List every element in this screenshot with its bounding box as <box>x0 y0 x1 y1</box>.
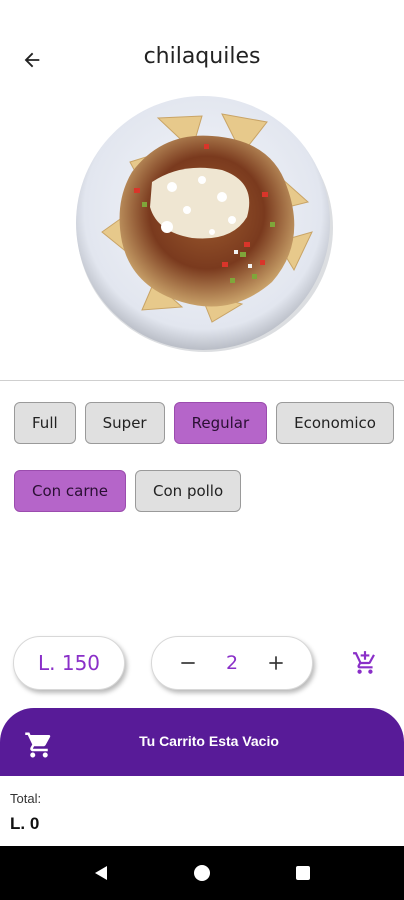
nav-recents-button[interactable] <box>290 860 316 886</box>
cart-bar[interactable]: Tu Carrito Esta Vacio <box>0 708 404 776</box>
total-label: Total: <box>10 791 42 806</box>
nav-home-button[interactable] <box>189 860 215 886</box>
cart-status-text: Tu Carrito Esta Vacio <box>139 733 279 749</box>
nav-back-button[interactable] <box>88 860 114 886</box>
quantity-value: 2 <box>225 652 239 674</box>
plus-icon <box>269 656 283 670</box>
filling-options: Con carne Con pollo <box>14 470 242 512</box>
system-navigation-bar <box>0 846 404 900</box>
chilaquiles-plate-image <box>76 96 333 352</box>
size-option-regular[interactable]: Regular <box>173 402 268 444</box>
total-section: Total: L. 0 <box>0 776 404 846</box>
size-option-full[interactable]: Full <box>14 402 76 444</box>
page-title: chilaquiles <box>143 44 261 69</box>
triangle-back-icon <box>95 866 107 880</box>
add-to-cart-button[interactable] <box>350 648 380 678</box>
quantity-stepper: 2 <box>151 636 313 690</box>
app-header: chilaquiles <box>0 30 404 86</box>
price-display: L. 150 <box>13 636 125 690</box>
add-shopping-cart-icon <box>353 651 375 674</box>
size-options: Full Super Regular Economico <box>14 402 394 444</box>
filling-option-carne[interactable]: Con carne <box>14 470 127 512</box>
total-value: L. 0 <box>10 814 40 833</box>
decrease-quantity-button[interactable] <box>174 649 202 677</box>
filling-option-pollo[interactable]: Con pollo <box>135 470 242 512</box>
size-option-super[interactable]: Super <box>84 402 165 444</box>
circle-home-icon <box>194 865 210 881</box>
size-option-economico[interactable]: Economico <box>276 402 394 444</box>
increase-quantity-button[interactable] <box>262 649 290 677</box>
section-divider <box>0 380 404 381</box>
minus-icon <box>181 662 195 664</box>
square-recents-icon <box>296 866 310 880</box>
